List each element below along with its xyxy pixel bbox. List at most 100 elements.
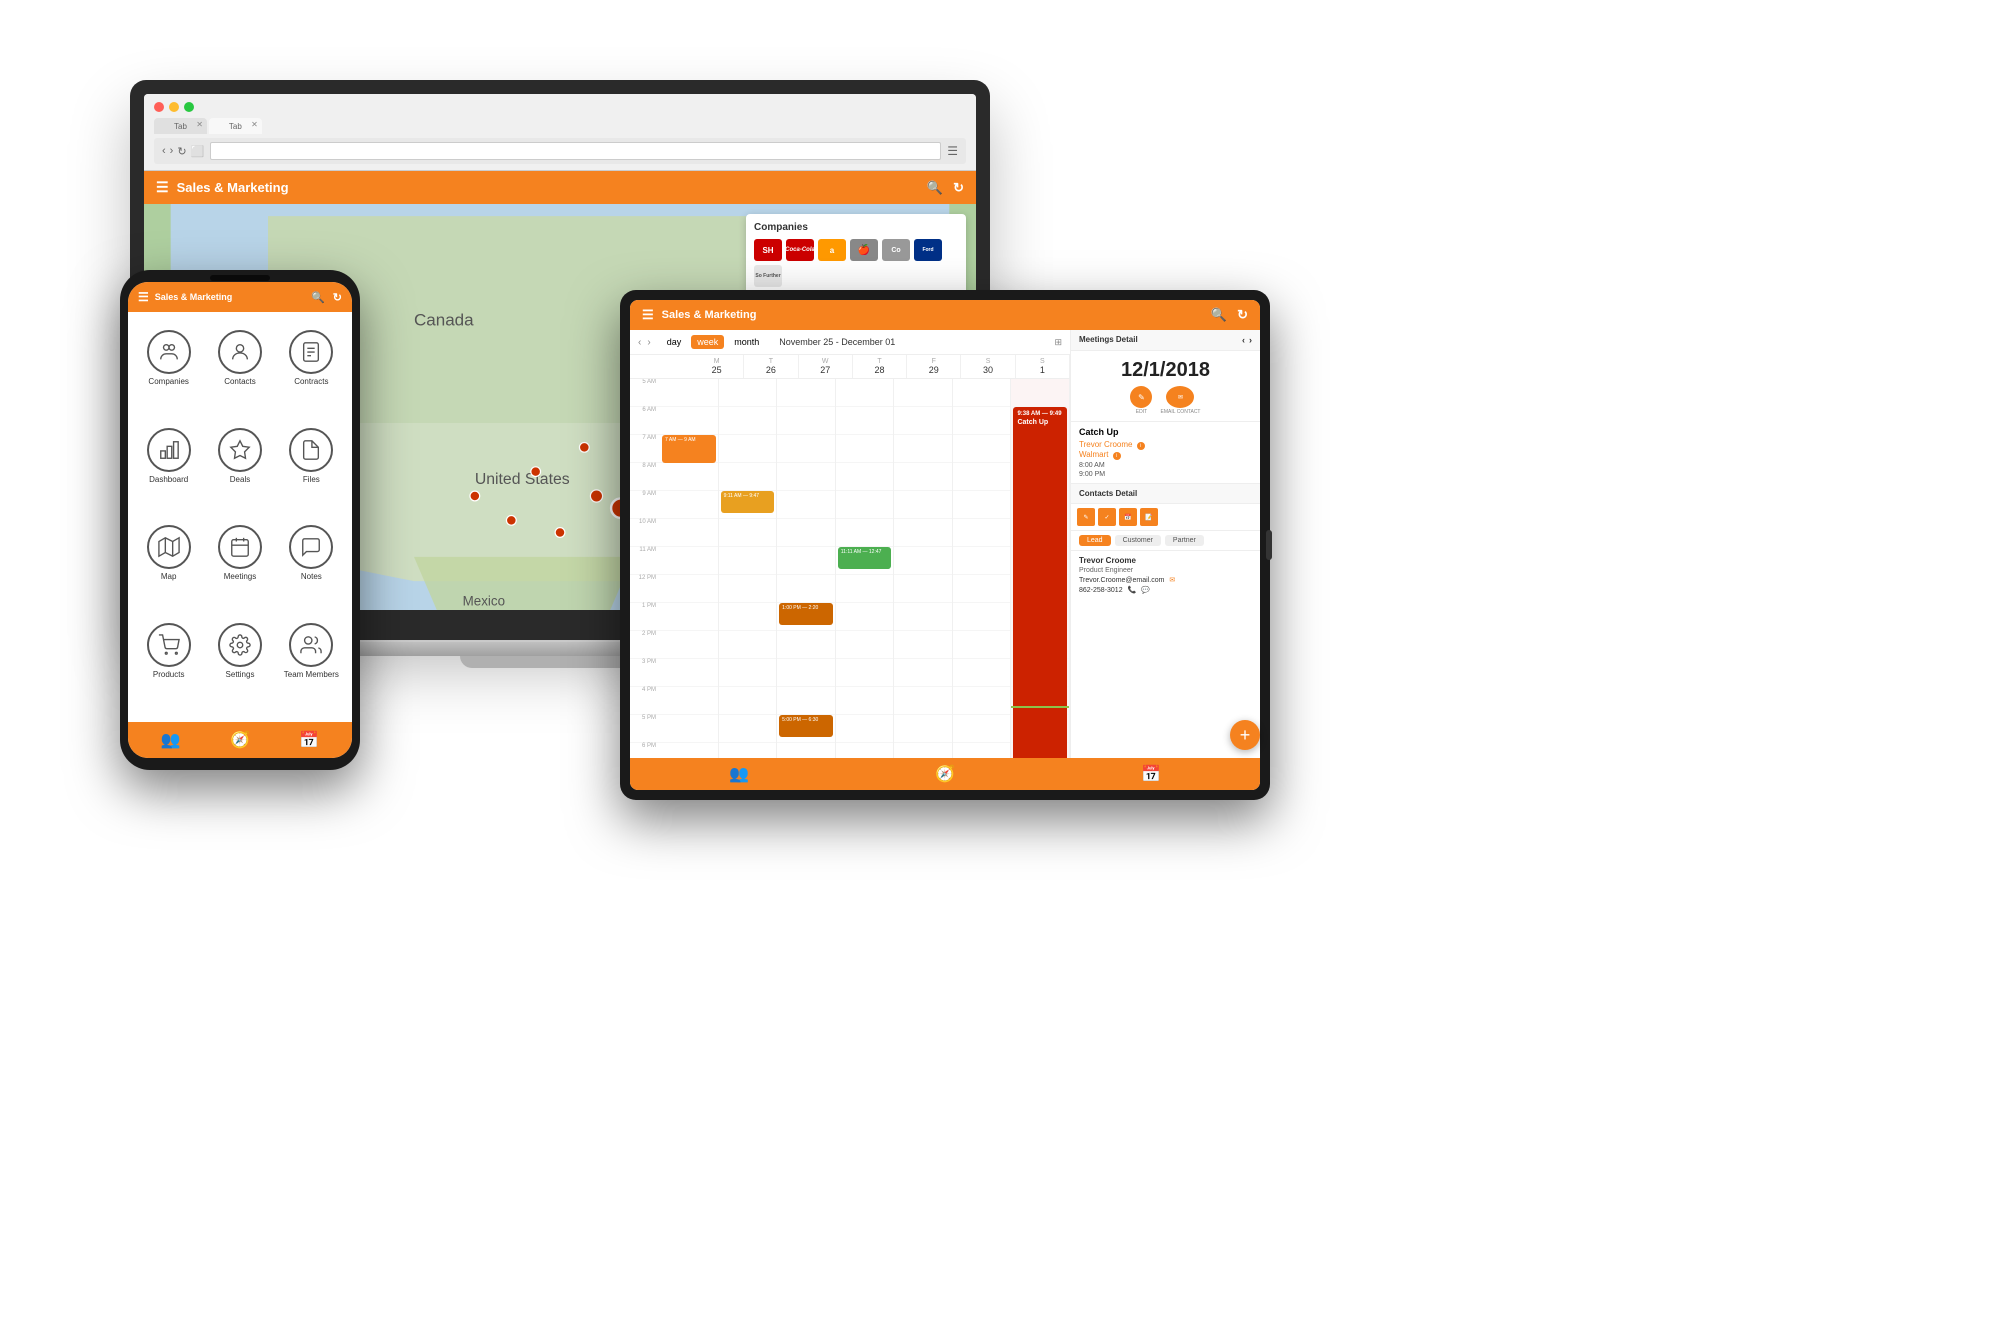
- hour-10: [660, 631, 718, 659]
- cal-grid-icon[interactable]: ⊞: [1054, 337, 1062, 348]
- phone-menu-files[interactable]: Files: [276, 420, 347, 518]
- cal-next-btn[interactable]: ›: [647, 337, 650, 348]
- browser-tab-close-1[interactable]: ✕: [196, 120, 203, 129]
- edit-label: EDIT: [1136, 409, 1147, 415]
- phone-menu-meetings[interactable]: Meetings: [204, 517, 275, 615]
- cal-event-thu-11am[interactable]: 11:11 AM — 12:47: [838, 547, 892, 569]
- contact-info: Trevor Croome Product Engineer Trevor.Cr…: [1071, 551, 1260, 599]
- phone-menu-contacts[interactable]: Contacts: [204, 322, 275, 420]
- browser-url-input[interactable]: [210, 142, 941, 160]
- browser-back[interactable]: ‹: [162, 145, 166, 158]
- phone-refresh-icon[interactable]: ↻: [333, 291, 342, 304]
- tablet-right-panel: Meetings Detail ‹ › 12/1/2018 ✎ EDIT: [1070, 330, 1260, 758]
- tablet-bottom-calendar-icon[interactable]: 📅: [1141, 764, 1161, 784]
- browser-tab-2[interactable]: Tab ✕: [209, 118, 262, 134]
- phone-menu-deals[interactable]: Deals: [204, 420, 275, 518]
- calendar-header: M 25 T 26 W 27: [630, 355, 1070, 379]
- browser-forward[interactable]: ›: [170, 145, 174, 158]
- scene: Tab ✕ Tab ✕ ‹ › ↻ ⬜: [0, 0, 2000, 1333]
- browser-dot-maximize[interactable]: [184, 102, 194, 112]
- time-4pm: 4 PM: [630, 687, 660, 715]
- deals-icon: [218, 428, 262, 472]
- meetings-panel-prev[interactable]: ‹: [1242, 335, 1245, 345]
- phone-menu-contracts[interactable]: Contracts: [276, 322, 347, 420]
- contact-note-btn[interactable]: 📝: [1140, 508, 1158, 526]
- cal-day-1: S 1: [1016, 355, 1070, 378]
- company-badge: i: [1113, 452, 1121, 460]
- contact-task-btn[interactable]: ✓: [1098, 508, 1116, 526]
- phone-hamburger-icon[interactable]: ☰: [138, 290, 149, 304]
- products-label: Products: [153, 670, 185, 679]
- contact-name: Trevor Croome: [1079, 556, 1252, 565]
- tablet-bottom-compass-icon[interactable]: 🧭: [935, 764, 955, 784]
- cal-event-wed-1pm[interactable]: 1:00 PM — 2:20: [779, 603, 833, 625]
- edit-action[interactable]: ✎ EDIT: [1130, 386, 1152, 415]
- fab-add-button[interactable]: +: [1230, 720, 1260, 750]
- phone-search-icon[interactable]: 🔍: [311, 291, 325, 304]
- phone-app-title: Sales & Marketing: [155, 292, 233, 302]
- cal-event-mon-7am[interactable]: 7 AM — 9 AM: [662, 435, 716, 463]
- time-6pm: 6 PM: [630, 743, 660, 758]
- cal-month-tab[interactable]: month: [728, 335, 765, 349]
- tablet-home-button[interactable]: [1266, 530, 1272, 560]
- meetings-panel-next[interactable]: ›: [1249, 335, 1252, 345]
- tablet-bottom-contacts-icon[interactable]: 👥: [729, 764, 749, 784]
- laptop-hamburger-icon[interactable]: ☰: [156, 179, 169, 196]
- contacts-detail-header: Contacts Detail: [1071, 484, 1260, 504]
- phone-menu-companies[interactable]: Companies: [133, 322, 204, 420]
- browser-menu-icon[interactable]: ☰: [947, 144, 958, 158]
- phone-menu-settings[interactable]: Settings: [204, 615, 275, 713]
- meetings-detail-header: Meetings Detail ‹ ›: [1071, 330, 1260, 351]
- current-time-line: [1011, 706, 1069, 708]
- browser-dot-minimize[interactable]: [169, 102, 179, 112]
- products-icon: [147, 623, 191, 667]
- tablet-search-icon[interactable]: 🔍: [1211, 307, 1227, 323]
- phone-bottom-contacts-icon[interactable]: 👥: [161, 730, 181, 750]
- cal-day-30: S 30: [961, 355, 1015, 378]
- phone-menu-team-members[interactable]: Team Members: [276, 615, 347, 713]
- cal-event-wed-5pm[interactable]: 5:00 PM — 6:30: [779, 715, 833, 737]
- browser-tab-close-2[interactable]: ✕: [251, 120, 258, 129]
- company-logo-gray: Co: [882, 239, 910, 261]
- cal-day-27: W 27: [799, 355, 853, 378]
- phone-menu-products[interactable]: Products: [133, 615, 204, 713]
- phone-bottom-calendar-icon[interactable]: 📅: [299, 730, 319, 750]
- meeting-person: Trevor Croome i: [1079, 440, 1252, 450]
- tablet-hamburger-icon[interactable]: ☰: [642, 307, 654, 323]
- browser-refresh[interactable]: ↻: [177, 145, 186, 158]
- svg-text:Mexico: Mexico: [463, 594, 505, 609]
- phone-header-icons: 🔍 ↻: [311, 291, 342, 304]
- lead-tag-btn[interactable]: Lead: [1079, 535, 1111, 546]
- cal-prev-btn[interactable]: ‹: [638, 337, 641, 348]
- deals-label: Deals: [230, 475, 250, 484]
- company-logo-apple: 🍎: [850, 239, 878, 261]
- phone-menu-map[interactable]: Map: [133, 517, 204, 615]
- cal-day-tab[interactable]: day: [661, 335, 688, 349]
- laptop-search-icon[interactable]: 🔍: [927, 180, 943, 196]
- phone-menu-dashboard[interactable]: Dashboard: [133, 420, 204, 518]
- cal-col-thu: 11:11 AM — 12:47 8:00 PM — 9:30: [836, 379, 895, 758]
- phone-menu-notes[interactable]: Notes: [276, 517, 347, 615]
- laptop-refresh-icon[interactable]: ↻: [953, 180, 964, 196]
- contact-meeting-btn[interactable]: 📅: [1119, 508, 1137, 526]
- contact-edit-btn[interactable]: ✎: [1077, 508, 1095, 526]
- files-icon: [289, 428, 333, 472]
- email-contact-action[interactable]: ✉ EMAIL CONTACT: [1160, 386, 1200, 415]
- browser-url-bar: ‹ › ↻ ⬜ ☰: [154, 138, 966, 164]
- time-5pm: 5 PM: [630, 715, 660, 743]
- phone-bottom-compass-icon[interactable]: 🧭: [230, 730, 250, 750]
- browser-dot-close[interactable]: [154, 102, 164, 112]
- fri-lines: [894, 379, 952, 758]
- contact-action-row: ✎ ✓ 📅 📝: [1071, 504, 1260, 531]
- cal-event-tue-9am[interactable]: 9:11 AM — 9:47: [721, 491, 775, 513]
- phone-screen: ☰ Sales & Marketing 🔍 ↻: [128, 282, 352, 758]
- browser-dots: [154, 102, 966, 112]
- edit-icon: ✎: [1130, 386, 1152, 408]
- partner-tag-btn[interactable]: Partner: [1165, 535, 1204, 546]
- customer-tag-btn[interactable]: Customer: [1115, 535, 1161, 546]
- hour-5: [660, 491, 718, 519]
- browser-home[interactable]: ⬜: [191, 145, 205, 158]
- cal-week-tab[interactable]: week: [691, 335, 724, 349]
- browser-tab-1[interactable]: Tab ✕: [154, 118, 207, 134]
- tablet-refresh-icon[interactable]: ↻: [1237, 307, 1248, 323]
